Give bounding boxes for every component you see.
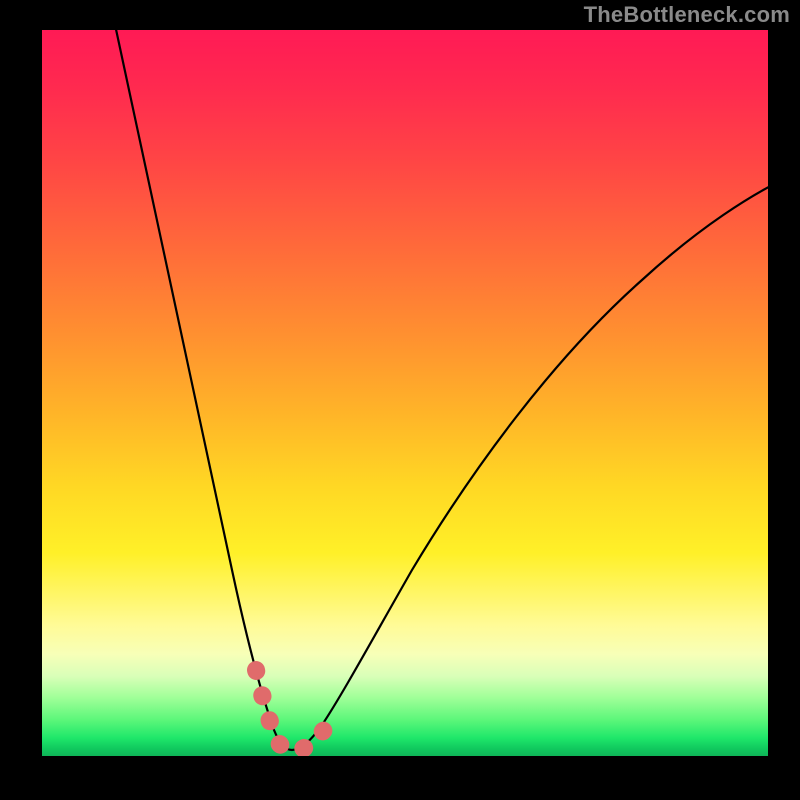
bottleneck-curve-svg bbox=[42, 30, 768, 756]
bottleneck-curve bbox=[114, 30, 768, 750]
watermark-text: TheBottleneck.com bbox=[584, 2, 790, 28]
plot-area bbox=[42, 30, 768, 756]
chart-frame: TheBottleneck.com bbox=[0, 0, 800, 800]
